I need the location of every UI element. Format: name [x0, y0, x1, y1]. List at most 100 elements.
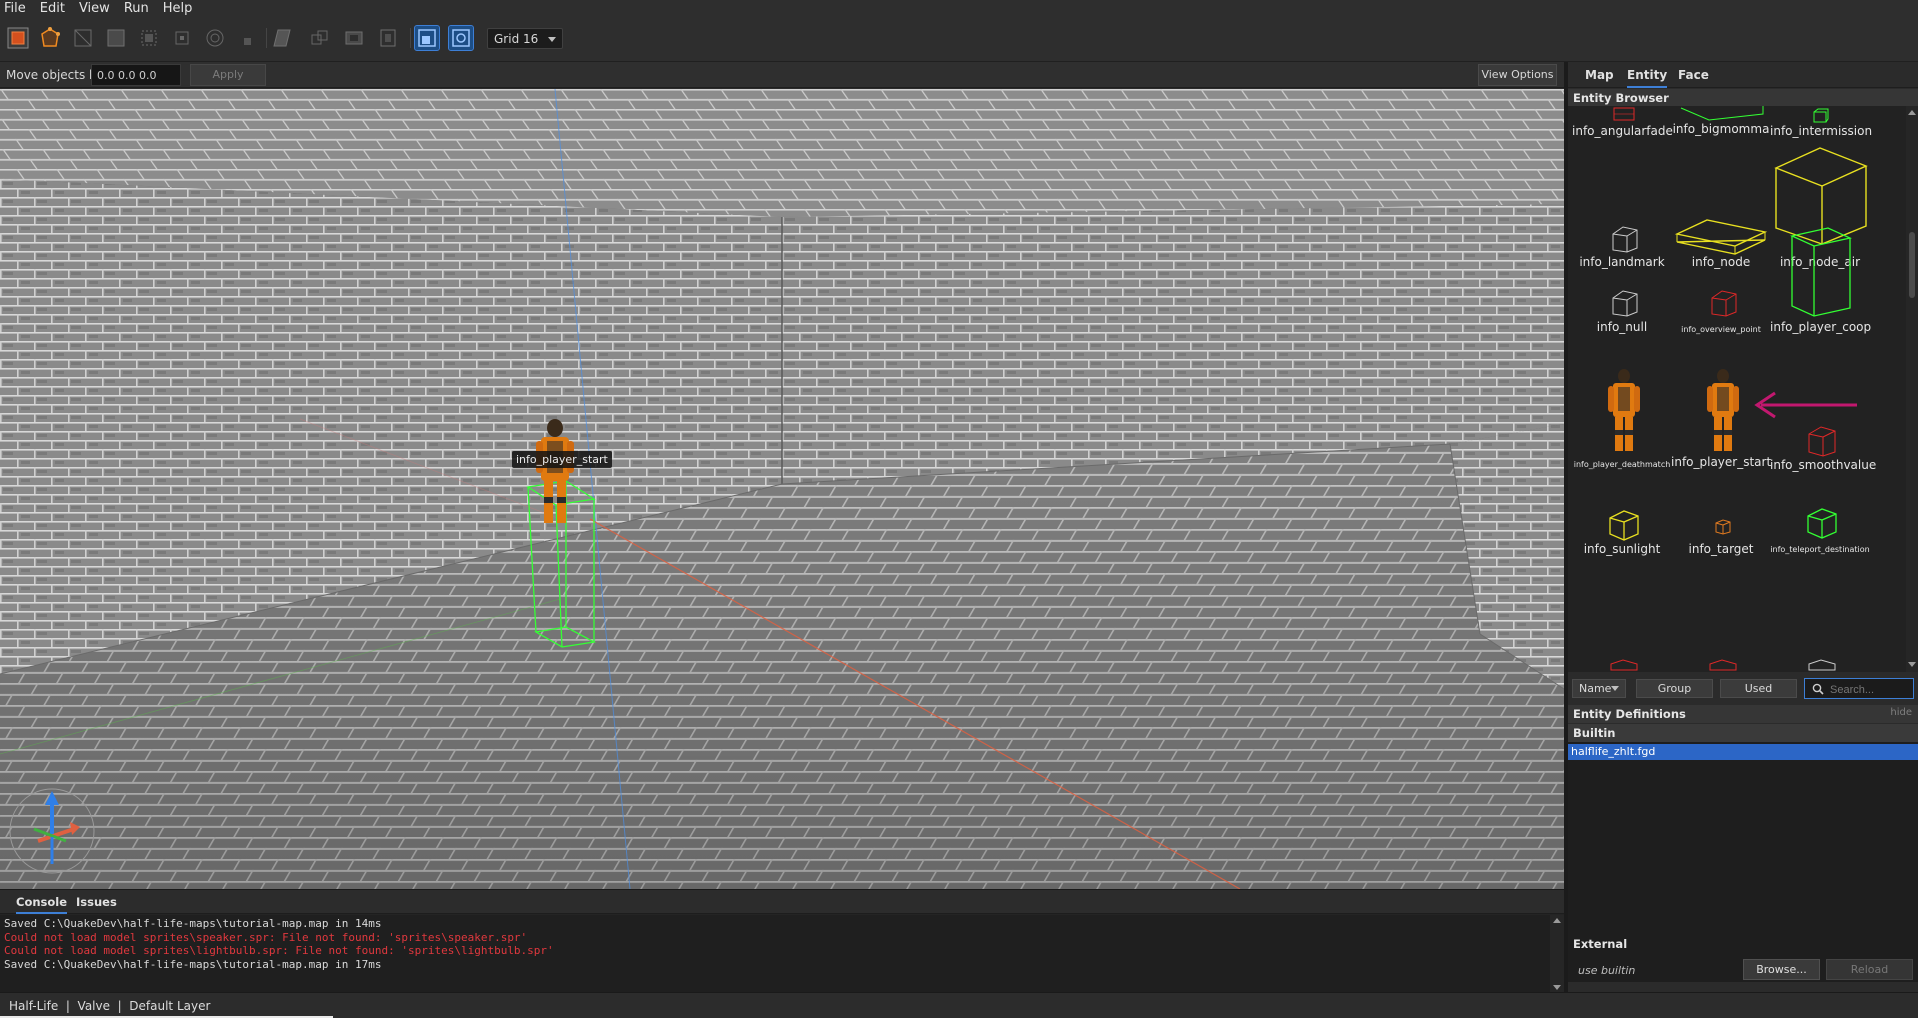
red-box-icon [1610, 659, 1638, 671]
green-box-icon [1807, 508, 1837, 539]
green-box-icon [1813, 108, 1829, 123]
entity-name-label: info_player_start [512, 451, 612, 468]
menu-bar: File Edit View Run Help [0, 0, 1918, 16]
scroll-up-icon[interactable] [1908, 110, 1916, 115]
entity-label: info_player_coop [1770, 320, 1872, 334]
shear-tool-icon[interactable] [270, 26, 294, 50]
entity-label: info_sunlight [1583, 542, 1661, 556]
hide-definitions-link[interactable]: hide [1890, 707, 1912, 718]
green-box-icon [1789, 227, 1852, 317]
entity-label: info_landmark [1579, 255, 1665, 269]
console-output[interactable]: Saved C:\QuakeDev\half-life-maps\tutoria… [0, 915, 1550, 993]
face-tool-icon[interactable] [104, 26, 128, 50]
console-line: Saved C:\QuakeDev\half-life-maps\tutoria… [4, 957, 382, 971]
chevron-down-icon [548, 37, 556, 42]
entity-label: info_smoothvalue [1770, 458, 1877, 472]
entity-label: info_player_deathmatch [1573, 460, 1671, 469]
entity-label: info_teleport_destination [1770, 545, 1870, 554]
green-box-icon [1680, 106, 1764, 121]
builtin-definitions-header: Builtin [1568, 724, 1918, 742]
console-line: Could not load model sprites\lightbulb.s… [4, 944, 554, 958]
browse-button[interactable]: Browse... [1743, 959, 1820, 980]
entity-browser-grid[interactable]: info_angularfade info_bigmomma info_inte… [1568, 106, 1906, 672]
status-text: Half-Life | Valve | Default Layer [9, 999, 211, 1013]
external-definitions-header: External [1573, 937, 1628, 951]
3d-viewport[interactable]: info_player_start [0, 89, 1564, 889]
console-line: Saved C:\QuakeDev\half-life-maps\tutoria… [4, 917, 382, 930]
tab-entity[interactable]: Entity [1627, 64, 1668, 88]
uv-lock-icon[interactable] [448, 25, 474, 51]
console-line: Could not load model sprites\speaker.spr… [4, 930, 528, 944]
player-model-icon [1608, 369, 1640, 451]
grid-size-select[interactable]: Grid 16 [487, 28, 563, 49]
entity-browser-scrollbar[interactable] [1906, 106, 1918, 672]
menu-file[interactable]: File [4, 1, 26, 16]
toolbar-separator [410, 28, 411, 48]
scale-tool-icon[interactable] [236, 26, 260, 50]
entity-filter-bar: Name Group Used [1568, 676, 1918, 700]
move-offset-input[interactable] [91, 64, 181, 86]
rotate-tool-icon[interactable] [203, 26, 227, 50]
view-options-button[interactable]: View Options [1478, 64, 1557, 86]
tab-console[interactable]: Console [16, 895, 68, 914]
menu-view[interactable]: View [79, 1, 110, 16]
menu-run[interactable]: Run [124, 1, 149, 16]
red-box-icon [1711, 290, 1737, 317]
orange-box-icon [1715, 519, 1731, 535]
inspector-panel: Map Entity Face Entity Browser info_angu… [1568, 62, 1918, 992]
entity-label: info_node [1691, 255, 1751, 269]
external-definitions-row: use builtin Browse... Reload [1568, 957, 1918, 984]
entity-label: info_overview_point [1681, 325, 1761, 334]
edge-tool-icon[interactable] [71, 26, 95, 50]
menu-help[interactable]: Help [163, 1, 193, 16]
sort-select-value: Name [1579, 682, 1612, 695]
entity-label: info_bigmomma [1672, 122, 1770, 136]
red-box-icon [1709, 659, 1737, 671]
menu-edit[interactable]: Edit [40, 1, 65, 16]
entity-label: info_intermission [1770, 124, 1873, 138]
brush-tool-icon[interactable] [6, 26, 30, 50]
red-box-icon [1613, 107, 1635, 121]
tab-map[interactable]: Map [1585, 64, 1614, 86]
entity-label: info_player_start [1671, 455, 1772, 469]
csg-subtract-icon[interactable] [342, 26, 366, 50]
csg-convex-merge-icon[interactable] [308, 26, 332, 50]
annotation-arrow-icon [1754, 391, 1857, 419]
tab-issues[interactable]: Issues [76, 895, 117, 912]
move-objects-bar: Move objects by Apply View Options [0, 62, 1564, 88]
entity-browser-title: Entity Browser [1568, 89, 1918, 107]
console-tabbar: Console Issues [0, 890, 1564, 914]
definition-item-selected[interactable]: halflife_zhlt.fgd [1568, 744, 1918, 760]
reload-button[interactable]: Reload [1826, 959, 1913, 980]
tab-face[interactable]: Face [1678, 64, 1709, 86]
external-path-value: use builtin [1578, 964, 1636, 977]
scroll-down-icon[interactable] [1908, 662, 1916, 667]
yellow-box-icon [1609, 510, 1639, 541]
csg-intersect-icon[interactable] [376, 26, 400, 50]
scroll-down-icon[interactable] [1553, 985, 1561, 990]
translate-tool-icon[interactable] [170, 26, 194, 50]
scroll-up-icon[interactable] [1553, 918, 1561, 923]
scrollbar-thumb[interactable] [1909, 232, 1915, 298]
toolbar: Grid 16 [0, 16, 1918, 62]
sort-select[interactable]: Name [1572, 679, 1626, 698]
apply-button[interactable]: Apply [190, 64, 266, 86]
search-icon [1812, 683, 1824, 695]
entity-label: info_null [1596, 320, 1648, 334]
group-toggle-button[interactable]: Group [1636, 679, 1713, 698]
player-model-icon [1707, 369, 1739, 451]
used-toggle-button[interactable]: Used [1720, 679, 1797, 698]
vertex-tool-icon[interactable] [38, 26, 62, 50]
chevron-down-icon [1611, 686, 1619, 691]
clip-tool-icon[interactable] [137, 26, 161, 50]
inspector-tabbar: Map Entity Face [1568, 62, 1918, 88]
status-bar: Half-Life | Valve | Default Layer [0, 992, 1918, 1018]
map-scene [0, 89, 1564, 889]
yellow-box-icon [1674, 219, 1768, 255]
console-scrollbar[interactable] [1550, 915, 1564, 993]
entity-definitions-title: Entity Definitions [1568, 705, 1918, 723]
texture-lock-icon[interactable] [414, 25, 440, 51]
entity-label: info_target [1688, 542, 1754, 556]
move-objects-label: Move objects by [6, 68, 104, 82]
toolbar-separator [266, 28, 267, 48]
